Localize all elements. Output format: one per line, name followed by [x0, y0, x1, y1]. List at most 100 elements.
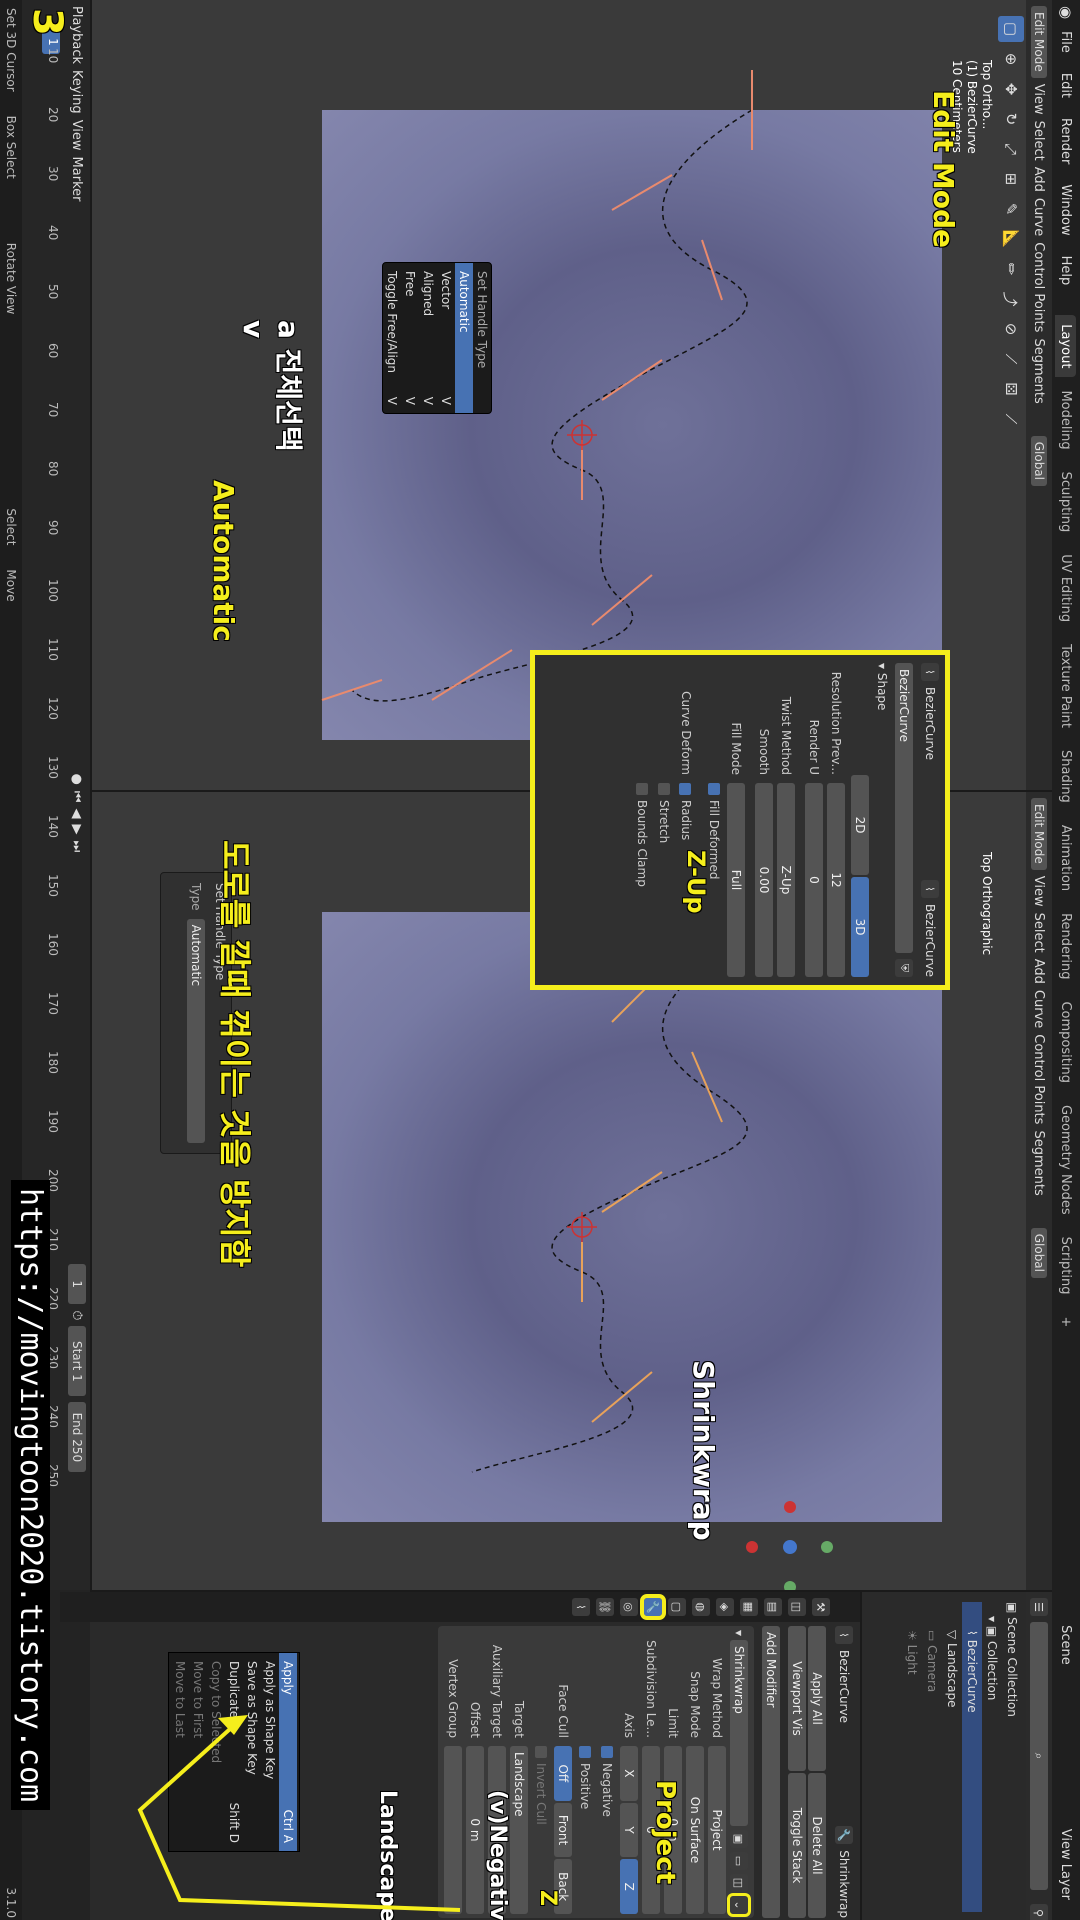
outliner-item-collection[interactable]: ▾ ▣ Collection — [982, 1602, 1002, 1912]
current-frame-field[interactable]: 1 — [68, 1264, 86, 1305]
modifier-tab-icon[interactable]: 🔧 — [640, 1594, 666, 1620]
filter-icon[interactable]: ⚲ — [1030, 1904, 1048, 1920]
face-cull-front-button[interactable]: Front — [554, 1802, 572, 1858]
tab-sculpting[interactable]: Sculpting — [1056, 463, 1077, 542]
menu-timeline-view[interactable]: View — [70, 120, 85, 151]
menu-playback[interactable]: Playback — [70, 6, 85, 64]
apply-all-button[interactable]: Apply All — [808, 1626, 826, 1771]
radius-checkbox[interactable]: Radius — [679, 783, 693, 840]
physics-tab-icon[interactable]: ◎ — [620, 1598, 638, 1616]
world-tab-icon[interactable]: ◍ — [692, 1598, 710, 1616]
tool-tab-icon[interactable]: ⚒ — [812, 1598, 830, 1616]
invert-cull-checkbox[interactable]: Invert Cull — [530, 1630, 552, 1914]
shape-section-header[interactable]: ▾ Shape — [871, 655, 893, 985]
viewport-toggle-icon[interactable]: ▭ — [730, 1852, 748, 1870]
menu-window[interactable]: Window — [1057, 176, 1076, 243]
add-modifier-dropdown[interactable]: Add Modifier — [762, 1626, 780, 1918]
tab-scripting[interactable]: Scripting — [1056, 1228, 1077, 1304]
tab-animation[interactable]: Animation — [1056, 816, 1077, 900]
fill-deformed-checkbox[interactable]: Fill Deformed — [703, 655, 725, 985]
smooth-field[interactable]: 0.00 — [755, 783, 773, 977]
scene-tab-icon[interactable]: ◈ — [716, 1598, 734, 1616]
jump-start-icon[interactable]: ⏮ — [70, 791, 85, 803]
axis-z-button[interactable]: Z — [620, 1859, 638, 1915]
menu-item-free[interactable]: Free V — [401, 263, 419, 413]
fake-user-icon[interactable]: ⛨ — [895, 959, 913, 977]
constraints-tab-icon[interactable]: ⛓ — [596, 1598, 614, 1616]
start-frame-field[interactable]: Start 1 — [68, 1326, 86, 1397]
outliner-item-camera[interactable]: ▭ Camera — [922, 1602, 942, 1912]
negative-checkbox[interactable]: Negative — [596, 1630, 618, 1914]
menu-render[interactable]: Render — [1057, 110, 1076, 172]
output-tab-icon[interactable]: ▤ — [764, 1598, 782, 1616]
scene-selector[interactable]: Scene — [1059, 1625, 1074, 1665]
bounds-clamp-checkbox[interactable]: Bounds Clamp — [631, 655, 653, 985]
add-workspace-button[interactable]: + — [1056, 1307, 1077, 1336]
tab-uv-editing[interactable]: UV Editing — [1056, 545, 1077, 631]
play-reverse-icon[interactable]: ◀ — [70, 809, 85, 819]
dimensions-2d-button[interactable]: 2D — [851, 775, 869, 875]
snap-mode-dropdown[interactable]: On Surface — [686, 1746, 704, 1914]
menu-edit[interactable]: Edit — [1057, 65, 1076, 106]
positive-checkbox[interactable]: Positive — [574, 1630, 596, 1914]
delete-all-button[interactable]: Delete All — [808, 1773, 826, 1918]
end-frame-field[interactable]: End 250 — [68, 1402, 86, 1473]
modifier-menu-icon[interactable]: ⌄ — [727, 1893, 751, 1917]
edit-mode-toggle-icon[interactable]: ▣ — [730, 1830, 748, 1848]
play-icon[interactable]: ▶ — [70, 825, 85, 835]
stopwatch-icon[interactable]: ⏱ — [70, 1310, 85, 1320]
curve-object-icon: ⌇ — [921, 663, 939, 681]
target-field[interactable]: Landscape — [510, 1746, 528, 1914]
twist-method-dropdown[interactable]: Z-Up — [777, 783, 795, 977]
tab-geometry-nodes[interactable]: Geometry Nodes — [1056, 1096, 1077, 1224]
tick-label: 170 — [46, 992, 60, 1015]
stretch-checkbox[interactable]: Stretch — [653, 655, 675, 985]
jump-end-icon[interactable]: ⏭ — [70, 841, 85, 853]
menu-item-vector[interactable]: Vector V — [437, 263, 455, 413]
dimensions-3d-button[interactable]: 3D — [851, 877, 869, 977]
last-op-type-dropdown[interactable]: Automatic — [187, 918, 205, 1143]
menu-item-toggle-free-align[interactable]: Toggle Free/Align V — [383, 263, 401, 413]
outliner-item-light[interactable]: ☀ Light — [902, 1602, 922, 1912]
tab-texture-paint[interactable]: Texture Paint — [1056, 635, 1077, 737]
outliner-editor-icon[interactable]: ☰ — [1030, 1598, 1048, 1616]
menu-help[interactable]: Help — [1057, 248, 1076, 294]
modifier-collapse-icon[interactable]: ▾ — [732, 1630, 746, 1636]
outliner-item-beziercurve[interactable]: ⌇ BezierCurve — [962, 1602, 982, 1912]
face-cull-off-button[interactable]: Off — [554, 1746, 572, 1801]
outliner-search-input[interactable]: ⌕ — [1030, 1622, 1048, 1890]
tab-shading[interactable]: Shading — [1056, 741, 1077, 812]
tab-layout[interactable]: Layout — [1055, 315, 1077, 378]
menu-item-aligned[interactable]: Aligned V — [419, 263, 437, 413]
viewport-vis-button[interactable]: Viewport Vis — [788, 1626, 806, 1771]
curve-datablock-field[interactable]: BezierCurve — [895, 663, 913, 953]
handle-line — [591, 574, 653, 626]
modifier-name-input[interactable]: Shrinkwrap — [730, 1640, 748, 1826]
data-tab-icon[interactable]: ⌇ — [572, 1598, 590, 1616]
record-icon[interactable]: ● — [70, 773, 85, 784]
menu-keying[interactable]: Keying — [70, 70, 85, 114]
outliner-item-scene-collection[interactable]: ▣ Scene Collection — [1002, 1602, 1022, 1912]
menu-marker[interactable]: Marker — [70, 157, 85, 202]
blender-window: ◉ File Edit Render Window Help Layout Mo… — [0, 0, 1080, 1920]
render-u-field[interactable]: 0 — [805, 783, 823, 977]
view-layer-selector[interactable]: View Layer — [1059, 1829, 1074, 1900]
fill-mode-dropdown[interactable]: Full — [727, 783, 745, 977]
outliner-item-landscape[interactable]: ▽ Landscape — [942, 1602, 962, 1912]
axis-x-button[interactable]: X — [620, 1746, 638, 1801]
toggle-stack-button[interactable]: Toggle Stack — [788, 1773, 806, 1918]
wrap-method-dropdown[interactable]: Project — [708, 1746, 726, 1914]
render-toggle-icon[interactable]: ◫ — [730, 1874, 748, 1892]
navigation-gizmo[interactable] — [746, 1501, 833, 1592]
blender-logo-icon[interactable]: ◉ — [1057, 6, 1075, 19]
tab-compositing[interactable]: Compositing — [1056, 992, 1077, 1092]
tab-rendering[interactable]: Rendering — [1056, 904, 1077, 988]
menu-file[interactable]: File — [1057, 23, 1076, 61]
menu-item-automatic[interactable]: Automatic — [455, 263, 473, 413]
render-tab-icon[interactable]: ◫ — [788, 1598, 806, 1616]
resolution-preview-field[interactable]: 12 — [827, 783, 845, 977]
axis-y-button[interactable]: Y — [620, 1802, 638, 1858]
object-tab-icon[interactable]: ▢ — [668, 1598, 686, 1616]
view-layer-tab-icon[interactable]: ▦ — [740, 1598, 758, 1616]
tab-modeling[interactable]: Modeling — [1056, 381, 1077, 458]
